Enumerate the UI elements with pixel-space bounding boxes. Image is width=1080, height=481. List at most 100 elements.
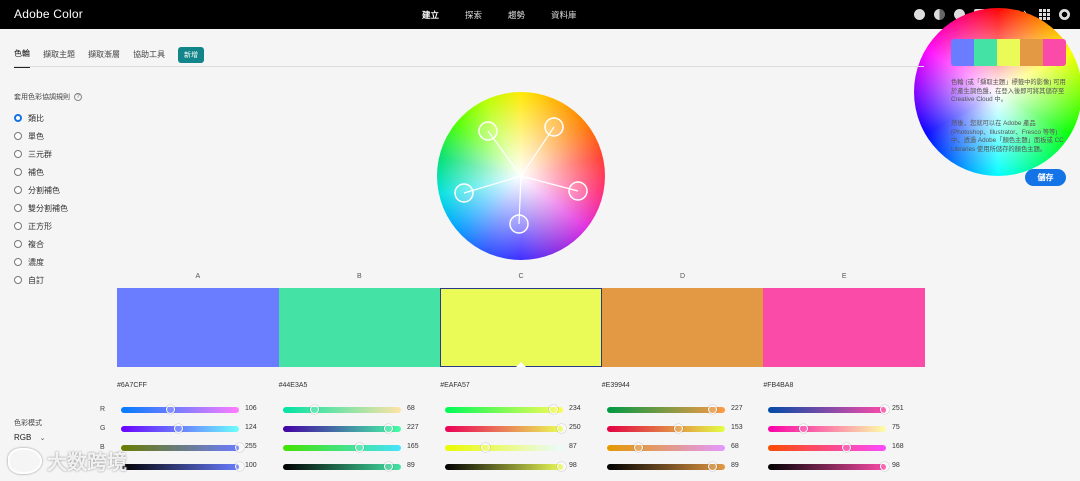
slider-value[interactable]: 227	[407, 424, 419, 431]
slider-value[interactable]: 68	[731, 443, 739, 450]
tab-color-wheel[interactable]: 色輪	[14, 48, 30, 68]
slider-knob[interactable]	[384, 424, 393, 433]
slider-knob[interactable]	[880, 462, 889, 471]
slider-value[interactable]: 234	[569, 405, 581, 412]
slider-track[interactable]	[121, 407, 239, 413]
radio-icon[interactable]	[14, 240, 22, 248]
slider-track[interactable]	[768, 445, 886, 451]
nav-create[interactable]: 建立	[422, 9, 439, 21]
slider-knob[interactable]	[235, 443, 244, 452]
slider-value[interactable]: 106	[245, 405, 257, 412]
rule-monochromatic[interactable]: 單色	[14, 127, 68, 145]
slider-track[interactable]	[768, 426, 886, 432]
rule-complementary[interactable]: 補色	[14, 163, 68, 181]
slider-knob[interactable]	[174, 424, 183, 433]
slider-value[interactable]: 98	[892, 462, 900, 469]
rule-split-complementary[interactable]: 分割補色	[14, 181, 68, 199]
slider-value[interactable]: 168	[892, 443, 904, 450]
slider-track[interactable]	[121, 464, 239, 470]
slider-knob[interactable]	[355, 443, 364, 452]
slider-track[interactable]	[768, 407, 886, 413]
slider-knob[interactable]	[384, 462, 393, 471]
slider-knob[interactable]	[708, 462, 717, 471]
hex-input[interactable]: #FB4BA8	[763, 382, 925, 389]
swatch-d[interactable]	[601, 288, 764, 367]
slider-value[interactable]: 98	[569, 462, 577, 469]
slider-knob[interactable]	[674, 424, 683, 433]
apps-grid-icon[interactable]	[1039, 9, 1050, 20]
slider-value[interactable]: 250	[569, 424, 581, 431]
slider-value[interactable]: 165	[407, 443, 419, 450]
slider-knob[interactable]	[166, 405, 175, 414]
slider-knob[interactable]	[708, 405, 717, 414]
radio-icon[interactable]	[14, 222, 22, 230]
slider-value[interactable]: 89	[407, 462, 415, 469]
slider-value[interactable]: 251	[892, 405, 904, 412]
slider-track[interactable]	[768, 464, 886, 470]
tab-accessibility[interactable]: 協助工具	[133, 49, 165, 67]
app-title[interactable]: Adobe Color	[14, 7, 83, 21]
hex-input[interactable]: #EAFA57	[440, 382, 602, 389]
hex-input[interactable]: #44E3A5	[279, 382, 441, 389]
slider-value[interactable]: 124	[245, 424, 257, 431]
slider-knob[interactable]	[481, 443, 490, 452]
color-wheel[interactable]	[437, 92, 605, 260]
star-icon[interactable]	[913, 9, 925, 20]
slider-track[interactable]	[121, 445, 239, 451]
radio-selected-icon[interactable]	[14, 114, 22, 122]
slider-knob[interactable]	[557, 424, 566, 433]
color-mode-select[interactable]: RGB ⌄	[14, 433, 45, 442]
slider-track[interactable]	[283, 445, 401, 451]
rule-triad[interactable]: 三元群	[14, 145, 68, 163]
rule-square[interactable]: 正方形	[14, 217, 68, 235]
swatch-a[interactable]	[117, 288, 279, 367]
nav-explore[interactable]: 探索	[465, 9, 482, 21]
radio-icon[interactable]	[14, 186, 22, 194]
slider-knob[interactable]	[799, 424, 808, 433]
slider-knob[interactable]	[549, 405, 558, 414]
slider-value[interactable]: 87	[569, 443, 577, 450]
swatch-c[interactable]	[440, 288, 602, 367]
slider-value[interactable]: 89	[731, 462, 739, 469]
slider-track[interactable]	[445, 407, 563, 413]
slider-value[interactable]: 255	[245, 443, 257, 450]
contrast-icon[interactable]	[933, 9, 945, 20]
slider-value[interactable]: 153	[731, 424, 743, 431]
slider-track[interactable]	[607, 445, 725, 451]
rule-compound[interactable]: 複合	[14, 235, 68, 253]
radio-icon[interactable]	[14, 150, 22, 158]
slider-knob[interactable]	[557, 462, 566, 471]
hex-input[interactable]: #6A7CFF	[117, 382, 279, 389]
radio-icon[interactable]	[14, 258, 22, 266]
slider-value[interactable]: 100	[245, 462, 257, 469]
nav-trends[interactable]: 趨勢	[508, 9, 525, 21]
rule-custom[interactable]: 自訂	[14, 271, 68, 289]
rule-double-split-complementary[interactable]: 雙分割補色	[14, 199, 68, 217]
slider-track[interactable]	[445, 464, 563, 470]
swatch-e[interactable]	[763, 288, 925, 367]
tab-extract-gradient[interactable]: 擷取漸層	[88, 49, 120, 67]
slider-value[interactable]: 227	[731, 405, 743, 412]
radio-icon[interactable]	[14, 168, 22, 176]
creative-cloud-icon[interactable]	[1059, 9, 1070, 20]
hex-input[interactable]: #E39944	[602, 382, 764, 389]
save-button[interactable]: 儲存	[1025, 169, 1066, 186]
slider-value[interactable]: 68	[407, 405, 415, 412]
slider-value[interactable]: 75	[892, 424, 900, 431]
slider-knob[interactable]	[634, 443, 643, 452]
slider-track[interactable]	[607, 426, 725, 432]
rule-shades[interactable]: 濃度	[14, 253, 68, 271]
slider-knob[interactable]	[880, 405, 889, 414]
help-icon[interactable]: ?	[74, 93, 82, 101]
radio-icon[interactable]	[14, 276, 22, 284]
slider-track[interactable]	[445, 426, 563, 432]
radio-icon[interactable]	[14, 132, 22, 140]
radio-icon[interactable]	[14, 204, 22, 212]
slider-knob[interactable]	[310, 405, 319, 414]
tab-extract-theme[interactable]: 擷取主題	[43, 49, 75, 67]
nav-library[interactable]: 資料庫	[551, 9, 577, 21]
slider-track[interactable]	[445, 445, 563, 451]
slider-track[interactable]	[283, 407, 401, 413]
swatch-b[interactable]	[278, 288, 441, 367]
slider-knob[interactable]	[235, 462, 244, 471]
